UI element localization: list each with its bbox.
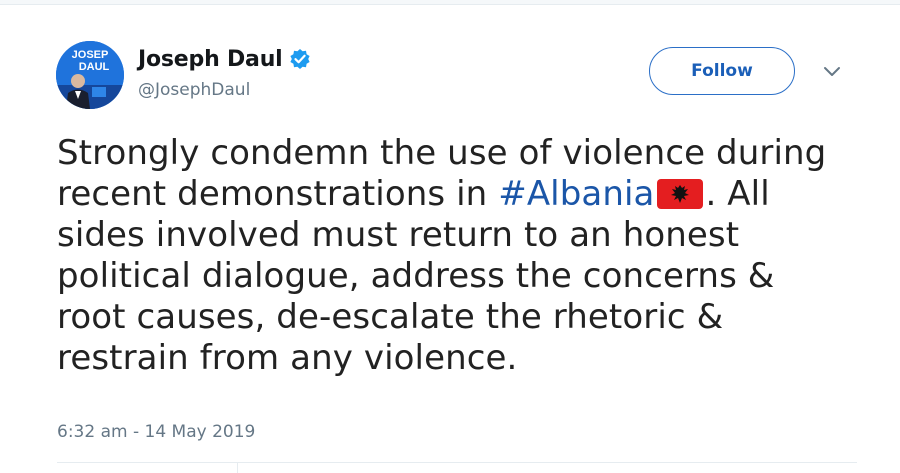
tweet-line-3: sides involved must return to an honest <box>57 215 740 255</box>
author-info: Joseph Daul @JosephDaul <box>138 46 311 100</box>
chevron-down-icon[interactable] <box>822 64 842 78</box>
display-name[interactable]: Joseph Daul <box>138 47 283 72</box>
tweet-card: JOSEP DAUL Joseph Daul @JosephDaul Follo… <box>0 0 900 473</box>
avatar[interactable]: JOSEP DAUL <box>56 41 124 109</box>
tweet-line-4: political dialogue, address the concerns… <box>57 256 775 296</box>
bottom-divider-tick <box>237 462 238 473</box>
tweet-text: Strongly condemn the use of violence dur… <box>57 133 857 379</box>
tweet-line-2: recent demonstrations in #Albania . All <box>57 174 857 215</box>
albania-flag-icon <box>657 179 704 209</box>
tweet-line-1: Strongly condemn the use of violence dur… <box>57 133 827 173</box>
avatar-text-1: JOSEP <box>72 49 109 61</box>
hashtag-link[interactable]: #Albania <box>498 174 654 214</box>
handle[interactable]: @JosephDaul <box>138 80 311 100</box>
tweet-line-6: restrain from any violence. <box>57 338 518 378</box>
tweet-line-5: root causes, de-escalate the rhetoric & <box>57 297 724 337</box>
timestamp[interactable]: 6:32 am - 14 May 2019 <box>57 422 255 442</box>
tweet-line-2-end: . All <box>705 174 770 214</box>
tweet-line-2-start: recent demonstrations in <box>57 174 499 214</box>
top-divider <box>0 0 900 5</box>
bottom-divider <box>57 462 857 463</box>
avatar-text-2: DAUL <box>79 61 110 73</box>
follow-button[interactable]: Follow <box>649 47 795 95</box>
verified-badge-icon <box>289 48 311 70</box>
